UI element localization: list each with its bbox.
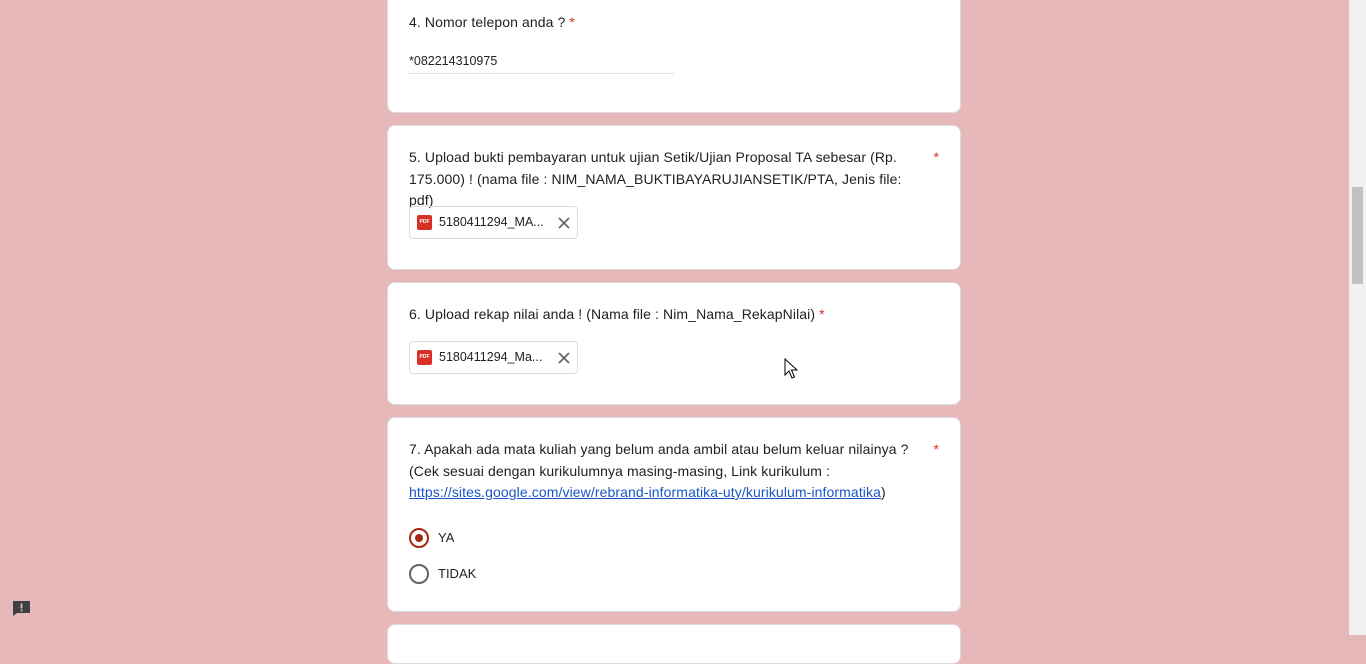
question-card-8 <box>387 624 961 664</box>
pdf-icon: PDF <box>417 350 432 365</box>
phone-number-input[interactable]: *082214310975 <box>409 53 674 74</box>
radio-label: YA <box>438 530 455 545</box>
required-asterisk: * <box>933 441 939 457</box>
file-name: 5180411294_MA... <box>439 215 544 229</box>
required-asterisk: * <box>819 306 825 322</box>
radio-button[interactable] <box>409 564 429 584</box>
scrollbar[interactable] <box>1349 0 1366 635</box>
question-card-6: 6. Upload rekap nilai anda ! (Nama file … <box>387 282 961 405</box>
question-title: 5. Upload bukti pembayaran untuk ujian S… <box>409 149 902 208</box>
question-card-5: 5. Upload bukti pembayaran untuk ujian S… <box>387 125 961 270</box>
required-asterisk: * <box>933 149 939 165</box>
question-title: 6. Upload rekap nilai anda ! (Nama file … <box>409 306 825 322</box>
question-title: 7. Apakah ada mata kuliah yang belum and… <box>409 441 909 500</box>
scrollbar-thumb[interactable] <box>1352 187 1363 284</box>
uploaded-file-chip[interactable]: PDF 5180411294_Ma... <box>409 341 578 374</box>
radio-dot <box>415 534 423 542</box>
close-icon[interactable] <box>558 352 570 364</box>
radio-label: TIDAK <box>438 566 477 581</box>
question-title: 4. Nomor telepon anda ? * <box>409 14 575 30</box>
close-icon[interactable] <box>558 217 570 229</box>
file-name: 5180411294_Ma... <box>439 350 543 364</box>
radio-button-checked[interactable] <box>409 528 429 548</box>
mouse-cursor-icon <box>784 358 798 379</box>
feedback-icon[interactable] <box>12 600 31 617</box>
question-card-4: 4. Nomor telepon anda ? * *082214310975 <box>387 0 961 113</box>
required-asterisk: * <box>569 14 575 30</box>
curriculum-link[interactable]: https://sites.google.com/view/rebrand-in… <box>409 484 881 500</box>
question-card-7: 7. Apakah ada mata kuliah yang belum and… <box>387 417 961 612</box>
uploaded-file-chip[interactable]: PDF 5180411294_MA... <box>409 206 578 239</box>
pdf-icon: PDF <box>417 215 432 230</box>
